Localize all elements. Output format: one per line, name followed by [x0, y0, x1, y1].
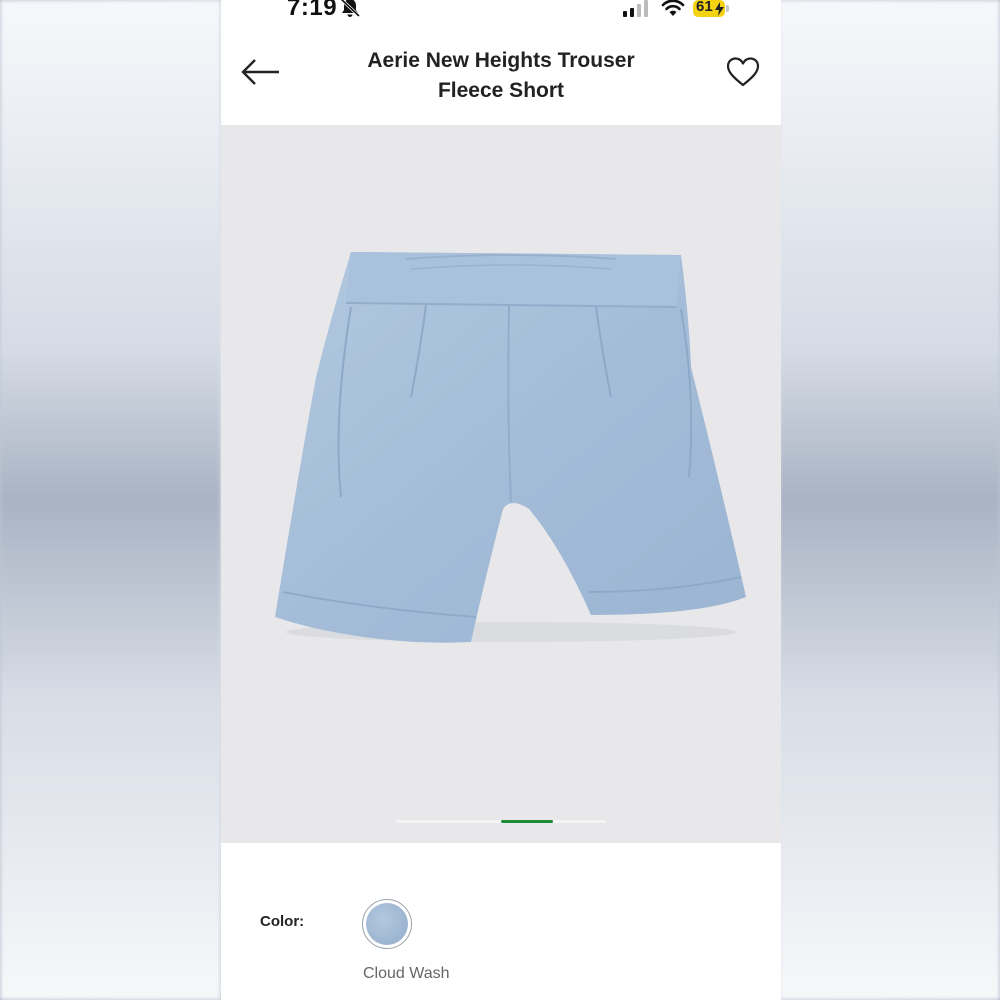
- bell-slash-icon: [339, 0, 361, 23]
- product-image-gallery[interactable]: [221, 125, 781, 843]
- favorite-button[interactable]: [726, 56, 760, 88]
- status-bar: 7:19 61: [221, 0, 781, 22]
- background-blur-left: [0, 0, 221, 1000]
- color-swatch-fill: [366, 903, 408, 945]
- heart-icon: [726, 57, 760, 87]
- app-screen: 7:19 61 Aerie New Heights Trouser Fleece…: [221, 0, 781, 1000]
- battery-charging-icon: 61: [693, 0, 731, 20]
- wifi-icon: [661, 0, 685, 23]
- color-label: Color:: [260, 913, 305, 930]
- back-button[interactable]: [241, 56, 281, 88]
- status-time: 7:19: [287, 0, 338, 21]
- gallery-page-indicator: [396, 820, 606, 823]
- gallery-page-indicator-active: [501, 820, 553, 823]
- product-image: [275, 252, 746, 643]
- background-blur-right: [779, 0, 1000, 1000]
- cellular-signal-icon: [622, 0, 650, 23]
- arrow-left-icon: [241, 59, 279, 85]
- selected-color-name: Cloud Wash: [363, 965, 450, 982]
- battery-level: 61: [696, 0, 713, 15]
- product-title: Aerie New Heights Trouser Fleece Short: [367, 49, 635, 102]
- color-swatch-cloud-wash[interactable]: [362, 899, 412, 949]
